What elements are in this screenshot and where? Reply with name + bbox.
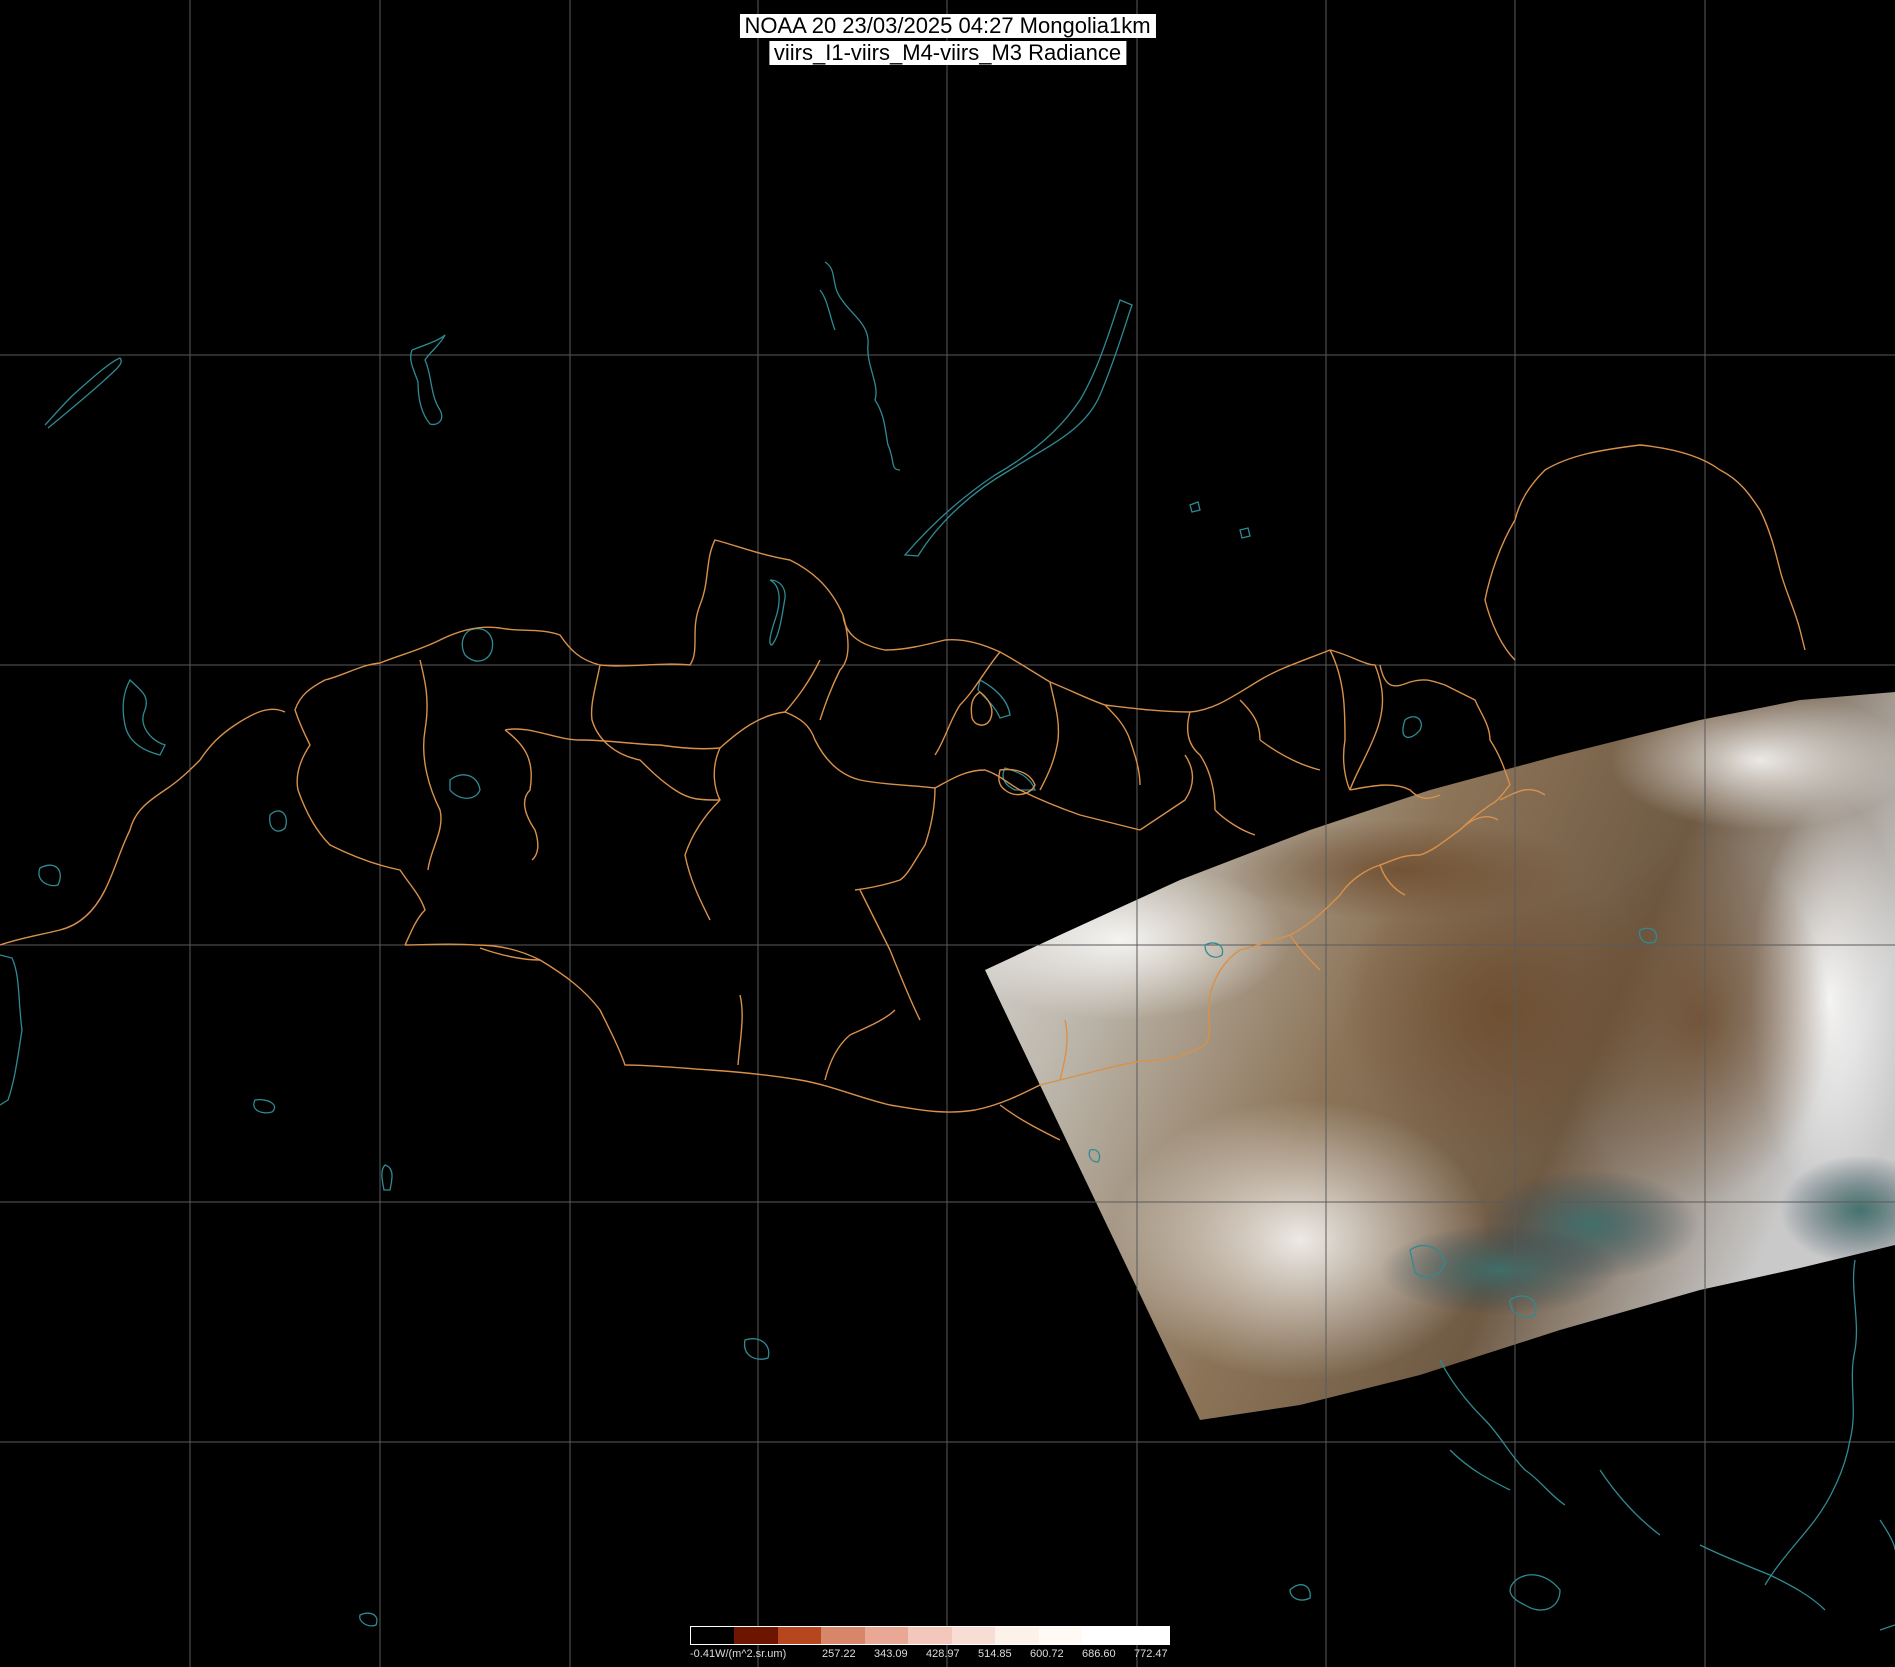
map-title-line-1: NOAA 20 23/03/2025 04:27 Mongolia1km: [739, 14, 1156, 38]
colorbar-label: 514.85: [978, 1648, 1012, 1660]
colorbar-swatch: [821, 1627, 865, 1644]
map-title-line-2: viirs_I1-viirs_M4-viirs_M3 Radiance: [768, 41, 1127, 65]
colorbar-swatches: [690, 1626, 1170, 1645]
colorbar-swatch: [1038, 1627, 1083, 1644]
radiance-colorbar: -0.41W/(m^2.sr.um) 257.22 343.09 428.97 514.…: [690, 1626, 1170, 1667]
colorbar-swatch: [995, 1627, 1039, 1644]
colorbar-swatch: [1082, 1627, 1126, 1644]
colorbar-swatch: [691, 1627, 735, 1644]
satellite-map: [0, 0, 1895, 1667]
colorbar-label: 257.22: [822, 1648, 856, 1660]
colorbar-label: 428.97: [926, 1648, 960, 1660]
colorbar-swatch: [864, 1627, 909, 1644]
colorbar-swatch: [951, 1627, 996, 1644]
colorbar-label: 686.60: [1082, 1648, 1116, 1660]
colorbar-swatch: [777, 1627, 822, 1644]
colorbar-label: 343.09: [874, 1648, 908, 1660]
colorbar-labels: -0.41W/(m^2.sr.um) 257.22 343.09 428.97 514.…: [690, 1648, 1170, 1664]
colorbar-swatch: [908, 1627, 952, 1644]
colorbar-swatch: [734, 1627, 778, 1644]
colorbar-swatch: [1125, 1627, 1169, 1644]
colorbar-label: 772.47: [1134, 1648, 1168, 1660]
colorbar-label: 600.72: [1030, 1648, 1064, 1660]
colorbar-label: -0.41W/(m^2.sr.um): [690, 1648, 787, 1660]
